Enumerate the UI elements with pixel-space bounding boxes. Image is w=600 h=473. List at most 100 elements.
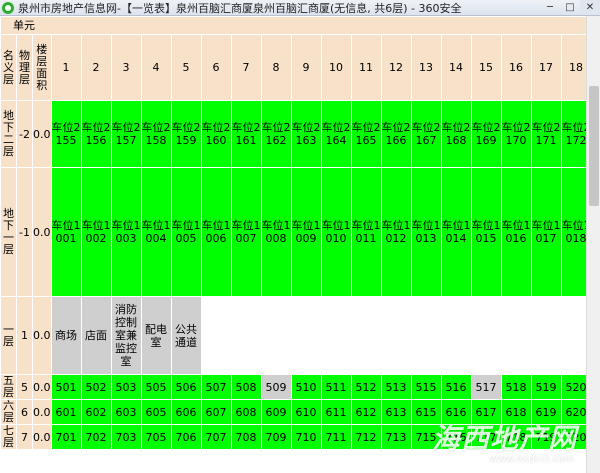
unit-cell[interactable]: 车位2159 (170, 100, 202, 168)
unit-cell[interactable]: 车位2166 (380, 100, 412, 168)
empty-cell (290, 296, 322, 375)
unit-cell[interactable]: 车位1009 (290, 167, 322, 297)
unit-cell[interactable]: 车位1012 (380, 167, 412, 297)
unit-cell[interactable]: 615 (410, 399, 442, 425)
unit-cell[interactable]: 718 (500, 424, 532, 450)
unit-cell[interactable]: 车位2164 (320, 100, 352, 168)
vertical-scrollbar[interactable] (586, 16, 600, 473)
unit-cell[interactable]: 618 (500, 399, 532, 425)
unit-cell[interactable]: 607 (200, 399, 232, 425)
unit-cell[interactable]: 车位2171 (530, 100, 562, 168)
maximize-button[interactable]: □ (560, 0, 580, 15)
unit-cell[interactable]: 车位1003 (110, 167, 142, 297)
unit-cell[interactable]: 车位2170 (500, 100, 532, 168)
unit-cell[interactable]: 配电室 (140, 296, 172, 375)
unit-cell[interactable]: 612 (350, 399, 382, 425)
unit-cell[interactable]: 616 (440, 399, 472, 425)
unit-cell[interactable]: 701 (50, 424, 82, 450)
unit-cell[interactable]: 717 (470, 424, 502, 450)
unit-cell[interactable]: 公共通道 (170, 296, 202, 375)
unit-cell[interactable]: 车位1004 (140, 167, 172, 297)
unit-cell[interactable]: 车位1007 (230, 167, 262, 297)
unit-cell[interactable]: 713 (380, 424, 412, 450)
unit-cell[interactable]: 车位2162 (260, 100, 292, 168)
unit-cell[interactable]: 505 (140, 374, 172, 400)
unit-cell[interactable]: 705 (140, 424, 172, 450)
unit-cell[interactable]: 719 (530, 424, 562, 450)
unit-cell[interactable]: 510 (290, 374, 322, 400)
minimize-button[interactable]: ─ (540, 0, 560, 15)
unit-cell[interactable]: 507 (200, 374, 232, 400)
unit-cell[interactable]: 711 (320, 424, 352, 450)
unit-cell[interactable]: 车位2155 (50, 100, 82, 168)
room-number-header: 12 (380, 34, 412, 101)
unit-cell[interactable]: 702 (80, 424, 112, 450)
unit-cell[interactable]: 606 (170, 399, 202, 425)
unit-cell[interactable]: 508 (230, 374, 262, 400)
unit-overview-table: 单元 名义层 物理层 楼层面积 1 2 3 4 5 6 7 8 9 10 11 12 13 14 15 16 17 18 地… (0, 16, 592, 450)
unit-cell[interactable]: 511 (320, 374, 352, 400)
unit-cell[interactable]: 617 (470, 399, 502, 425)
unit-cell[interactable]: 车位1010 (320, 167, 352, 297)
unit-cell[interactable]: 506 (170, 374, 202, 400)
unit-cell[interactable]: 车位2156 (80, 100, 112, 168)
unit-cell[interactable]: 602 (80, 399, 112, 425)
unit-cell[interactable]: 611 (320, 399, 352, 425)
unit-cell[interactable]: 518 (500, 374, 532, 400)
unit-cell[interactable]: 703 (110, 424, 142, 450)
unit-cell[interactable]: 车位2157 (110, 100, 142, 168)
unit-cell[interactable]: 车位2160 (200, 100, 232, 168)
unit-cell[interactable]: 车位2163 (290, 100, 322, 168)
unit-cell[interactable]: 609 (260, 399, 292, 425)
scrollbar-thumb[interactable] (589, 86, 599, 206)
unit-cell[interactable]: 509 (260, 374, 292, 400)
unit-cell[interactable]: 715 (410, 424, 442, 450)
unit-cell[interactable]: 619 (530, 399, 562, 425)
unit-cell[interactable]: 车位1015 (470, 167, 502, 297)
unit-cell[interactable]: 车位1014 (440, 167, 472, 297)
unit-cell[interactable]: 613 (380, 399, 412, 425)
unit-cell[interactable]: 车位1011 (350, 167, 382, 297)
physical-floor: 1 (16, 296, 33, 375)
unit-cell[interactable]: 517 (470, 374, 502, 400)
unit-cell[interactable]: 601 (50, 399, 82, 425)
unit-cell[interactable]: 车位1016 (500, 167, 532, 297)
unit-cell[interactable]: 512 (350, 374, 382, 400)
unit-cell[interactable]: 车位2169 (470, 100, 502, 168)
unit-cell[interactable]: 707 (200, 424, 232, 450)
unit-cell[interactable]: 519 (530, 374, 562, 400)
unit-cell[interactable]: 车位1017 (530, 167, 562, 297)
unit-cell[interactable]: 605 (140, 399, 172, 425)
unit-cell[interactable]: 车位2161 (230, 100, 262, 168)
floor-area: 0.0 (32, 100, 52, 168)
unit-cell[interactable]: 车位1005 (170, 167, 202, 297)
unit-cell[interactable]: 车位2168 (440, 100, 472, 168)
unit-cell[interactable]: 车位2167 (410, 100, 442, 168)
unit-cell[interactable]: 车位1002 (80, 167, 112, 297)
unit-cell[interactable]: 712 (350, 424, 382, 450)
unit-cell[interactable]: 车位1013 (410, 167, 442, 297)
unit-cell[interactable]: 709 (260, 424, 292, 450)
unit-cell[interactable]: 车位1006 (200, 167, 232, 297)
unit-cell[interactable]: 608 (230, 399, 262, 425)
unit-cell[interactable]: 503 (110, 374, 142, 400)
unit-cell[interactable]: 716 (440, 424, 472, 450)
unit-cell[interactable]: 502 (80, 374, 112, 400)
unit-cell[interactable]: 513 (380, 374, 412, 400)
unit-cell[interactable]: 车位2158 (140, 100, 172, 168)
unit-cell[interactable]: 706 (170, 424, 202, 450)
unit-cell[interactable]: 车位1008 (260, 167, 292, 297)
unit-cell[interactable]: 708 (230, 424, 262, 450)
unit-cell[interactable]: 710 (290, 424, 322, 450)
unit-cell[interactable]: 501 (50, 374, 82, 400)
unit-cell[interactable]: 603 (110, 399, 142, 425)
unit-cell[interactable]: 消防控制室兼监控室 (110, 296, 142, 375)
unit-cell[interactable]: 商场 (50, 296, 82, 375)
unit-cell[interactable]: 515 (410, 374, 442, 400)
unit-cell[interactable]: 610 (290, 399, 322, 425)
unit-cell[interactable]: 车位2165 (350, 100, 382, 168)
close-button[interactable]: ✕ (580, 0, 600, 15)
unit-cell[interactable]: 车位1001 (50, 167, 82, 297)
unit-cell[interactable]: 店面 (80, 296, 112, 375)
unit-cell[interactable]: 516 (440, 374, 472, 400)
